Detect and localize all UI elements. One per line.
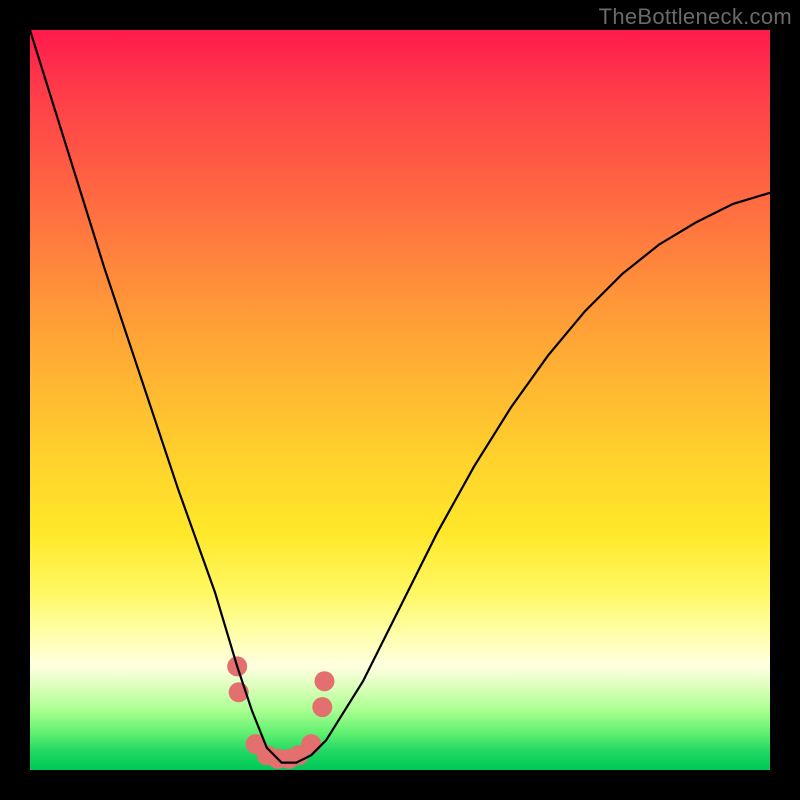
chart-markers (227, 656, 334, 769)
chart-frame: TheBottleneck.com (0, 0, 800, 800)
chart-marker (312, 697, 332, 717)
watermark-text: TheBottleneck.com (599, 4, 792, 30)
chart-marker (315, 671, 335, 691)
plot-area (30, 30, 770, 770)
chart-svg (30, 30, 770, 770)
chart-marker (301, 734, 321, 754)
bottleneck-curve-line (30, 30, 770, 763)
